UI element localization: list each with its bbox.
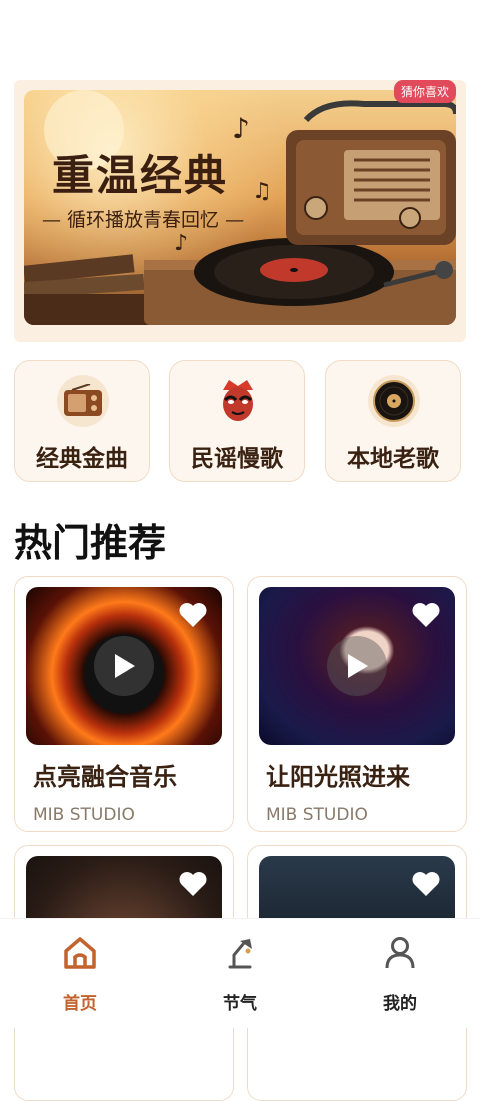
category-label: 民谣慢歌 [191,446,283,472]
bottom-nav: 首页 节气 我的 [0,918,480,1028]
song-card[interactable]: 让阳光照进来 MIB STUDIO [247,576,467,832]
svg-text:♫: ♫ [252,179,272,204]
song-studio: MIB STUDIO [266,805,368,825]
banner-container: ♪ ♫ ♪ 重温经典 — 循环播放青春回忆 — 猜你喜欢 [14,80,466,342]
svg-text:♪: ♪ [232,112,250,145]
banner-title: 重温经典 [52,151,229,200]
opera-mask-icon [212,375,264,427]
heart-icon[interactable] [178,601,208,633]
vinyl-record-icon [368,375,420,427]
nav-profile[interactable]: 我的 [320,919,480,1028]
heart-icon[interactable] [411,601,441,633]
category-folk-ballads[interactable]: 民谣慢歌 [169,360,305,482]
song-studio: MIB STUDIO [33,805,135,825]
song-title: 点亮融合音乐 [33,763,177,791]
play-icon[interactable] [94,636,154,696]
play-icon[interactable] [327,636,387,696]
nav-solar-terms[interactable]: 节气 [160,919,320,1028]
song-cover [259,587,455,745]
nav-label: 我的 [383,994,417,1014]
banner-subtitle: — 循环播放青春回忆 — [42,209,245,231]
song-card[interactable]: 点亮融合音乐 MIB STUDIO [14,576,234,832]
song-title: 让阳光照进来 [266,763,410,791]
recommend-badge: 猜你喜欢 [393,80,456,103]
heart-icon[interactable] [178,870,208,902]
svg-text:♪: ♪ [174,231,188,256]
category-label: 本地老歌 [347,446,439,472]
category-local-oldies[interactable]: 本地老歌 [325,360,461,482]
radio-icon [57,375,109,427]
featured-banner[interactable]: ♪ ♫ ♪ 重温经典 — 循环播放青春回忆 — [24,90,456,325]
nav-label: 首页 [63,994,97,1014]
heart-icon[interactable] [411,870,441,902]
user-icon [382,935,418,971]
category-classic-hits[interactable]: 经典金曲 [14,360,150,482]
song-cover [26,587,222,745]
nav-home[interactable]: 首页 [0,919,160,1028]
section-title-hot: 热门推荐 [14,521,167,565]
category-label: 经典金曲 [36,446,128,472]
nav-label: 节气 [223,994,257,1014]
lamp-icon [222,935,258,971]
home-icon [62,935,98,971]
